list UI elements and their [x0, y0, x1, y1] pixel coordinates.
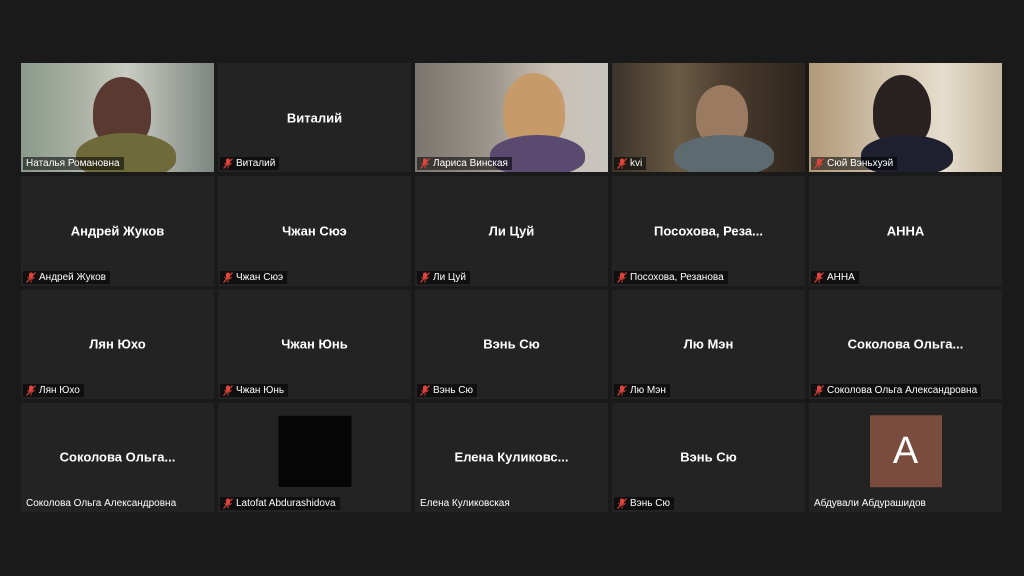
- participant-name-label: Чжан Сюэ: [220, 270, 288, 284]
- participant-name-label: Latofat Abdurashidova: [220, 497, 340, 510]
- muted-mic-icon: [617, 384, 627, 396]
- muted-mic-icon: [420, 384, 430, 396]
- participant-tile[interactable]: Вэнь Сю Вэнь Сю: [415, 289, 608, 399]
- muted-mic-icon: [617, 158, 627, 170]
- muted-mic-icon: [223, 271, 233, 283]
- participant-tile[interactable]: Вэнь Сю Вэнь Сю: [612, 402, 805, 512]
- participant-display-name: Вэнь Сю: [680, 449, 737, 465]
- participant-name-label: Ли Цуй: [417, 270, 470, 284]
- participant-tile[interactable]: kvi: [612, 63, 805, 173]
- video-feed-off: [278, 416, 351, 488]
- muted-mic-icon: [814, 271, 824, 283]
- participant-tile[interactable]: Лян Юхо Лян Юхо: [21, 289, 214, 399]
- participant-tile[interactable]: Виталий Виталий: [218, 63, 411, 173]
- participant-display-name: Лян Юхо: [89, 336, 146, 352]
- participant-display-name: Ли Цуй: [488, 223, 535, 239]
- participant-tile[interactable]: Соколова Ольга... Соколова Ольга Алексан…: [809, 289, 1002, 399]
- participant-name-label: Вэнь Сю: [417, 383, 478, 397]
- muted-mic-icon: [223, 384, 233, 396]
- participant-tile[interactable]: Чжан Сюэ Чжан Сюэ: [218, 176, 411, 286]
- muted-mic-icon: [617, 498, 627, 509]
- muted-mic-icon: [26, 271, 36, 283]
- video-feed: [415, 63, 608, 173]
- video-feed: [612, 63, 805, 173]
- participant-tile[interactable]: Наталья Романовна: [21, 63, 214, 173]
- muted-mic-icon: [814, 158, 824, 170]
- participant-name-label: Вэнь Сю: [614, 497, 675, 510]
- muted-mic-icon: [814, 384, 824, 396]
- participant-name-label: Лян Юхо: [23, 383, 84, 397]
- muted-mic-icon: [223, 498, 233, 509]
- video-feed: [21, 63, 214, 173]
- participant-name-label: Соколова Ольга Александровна: [26, 498, 177, 509]
- participant-tile[interactable]: Ли Цуй Ли Цуй: [415, 176, 608, 286]
- participant-name-label: Лю Мэн: [614, 383, 670, 397]
- participant-tile[interactable]: A Абдували Абдурашидов: [809, 402, 1002, 512]
- muted-mic-icon: [26, 384, 36, 396]
- participant-display-name: Чжан Юнь: [281, 336, 348, 352]
- muted-mic-icon: [617, 271, 627, 283]
- participant-name-label: Елена Куликовская: [420, 498, 510, 509]
- video-gallery: Наталья Романовна Виталий Виталий Лариса…: [21, 63, 1002, 512]
- participant-display-name: Соколова Ольга...: [59, 449, 176, 465]
- participant-name-label: Чжан Юнь: [220, 383, 289, 397]
- participant-name-label: Посохова, Резанова: [614, 270, 728, 284]
- muted-mic-icon: [223, 158, 233, 170]
- participant-tile[interactable]: Лю Мэн Лю Мэн: [612, 289, 805, 399]
- participant-display-name: Вэнь Сю: [483, 336, 540, 352]
- participant-name-label: Абдували Абдурашидов: [814, 498, 926, 509]
- participant-tile[interactable]: Посохова, Реза... Посохова, Резанова: [612, 176, 805, 286]
- participant-display-name: Посохова, Реза...: [653, 223, 763, 239]
- participant-name-label: Наталья Романовна: [23, 157, 124, 171]
- video-feed: [809, 63, 1002, 173]
- muted-mic-icon: [420, 158, 430, 170]
- participant-tile[interactable]: Latofat Abdurashidova: [218, 402, 411, 512]
- participant-display-name: Виталий: [286, 110, 343, 126]
- participant-display-name: Соколова Ольга...: [847, 336, 964, 352]
- participant-name-label: АННА: [811, 270, 859, 284]
- participant-tile[interactable]: Лариса Винская: [415, 63, 608, 173]
- participant-tile[interactable]: АННА АННА: [809, 176, 1002, 286]
- participant-name-label: Сюй Вэньхуэй: [811, 157, 898, 171]
- participant-name-label: Лариса Винская: [417, 157, 512, 171]
- muted-mic-icon: [420, 271, 430, 283]
- participant-tile[interactable]: Андрей Жуков Андрей Жуков: [21, 176, 214, 286]
- participant-tile[interactable]: Сюй Вэньхуэй: [809, 63, 1002, 173]
- participant-display-name: АННА: [886, 223, 925, 239]
- participant-display-name: Андрей Жуков: [70, 223, 165, 239]
- participant-display-name: Елена Куликовс...: [454, 449, 569, 465]
- participant-display-name: Чжан Сюэ: [282, 223, 347, 239]
- participant-name-label: Виталий: [220, 157, 280, 171]
- participant-tile[interactable]: Соколова Ольга... Соколова Ольга Алексан…: [21, 402, 214, 512]
- participant-name-label: kvi: [614, 157, 647, 171]
- participant-tile[interactable]: Чжан Юнь Чжан Юнь: [218, 289, 411, 399]
- participant-name-label: Соколова Ольга Александровна: [811, 383, 982, 397]
- participant-name-label: Андрей Жуков: [23, 270, 110, 284]
- participant-display-name: Лю Мэн: [683, 336, 734, 352]
- participant-tile[interactable]: Елена Куликовс... Елена Куликовская: [415, 402, 608, 512]
- avatar: A: [869, 415, 942, 488]
